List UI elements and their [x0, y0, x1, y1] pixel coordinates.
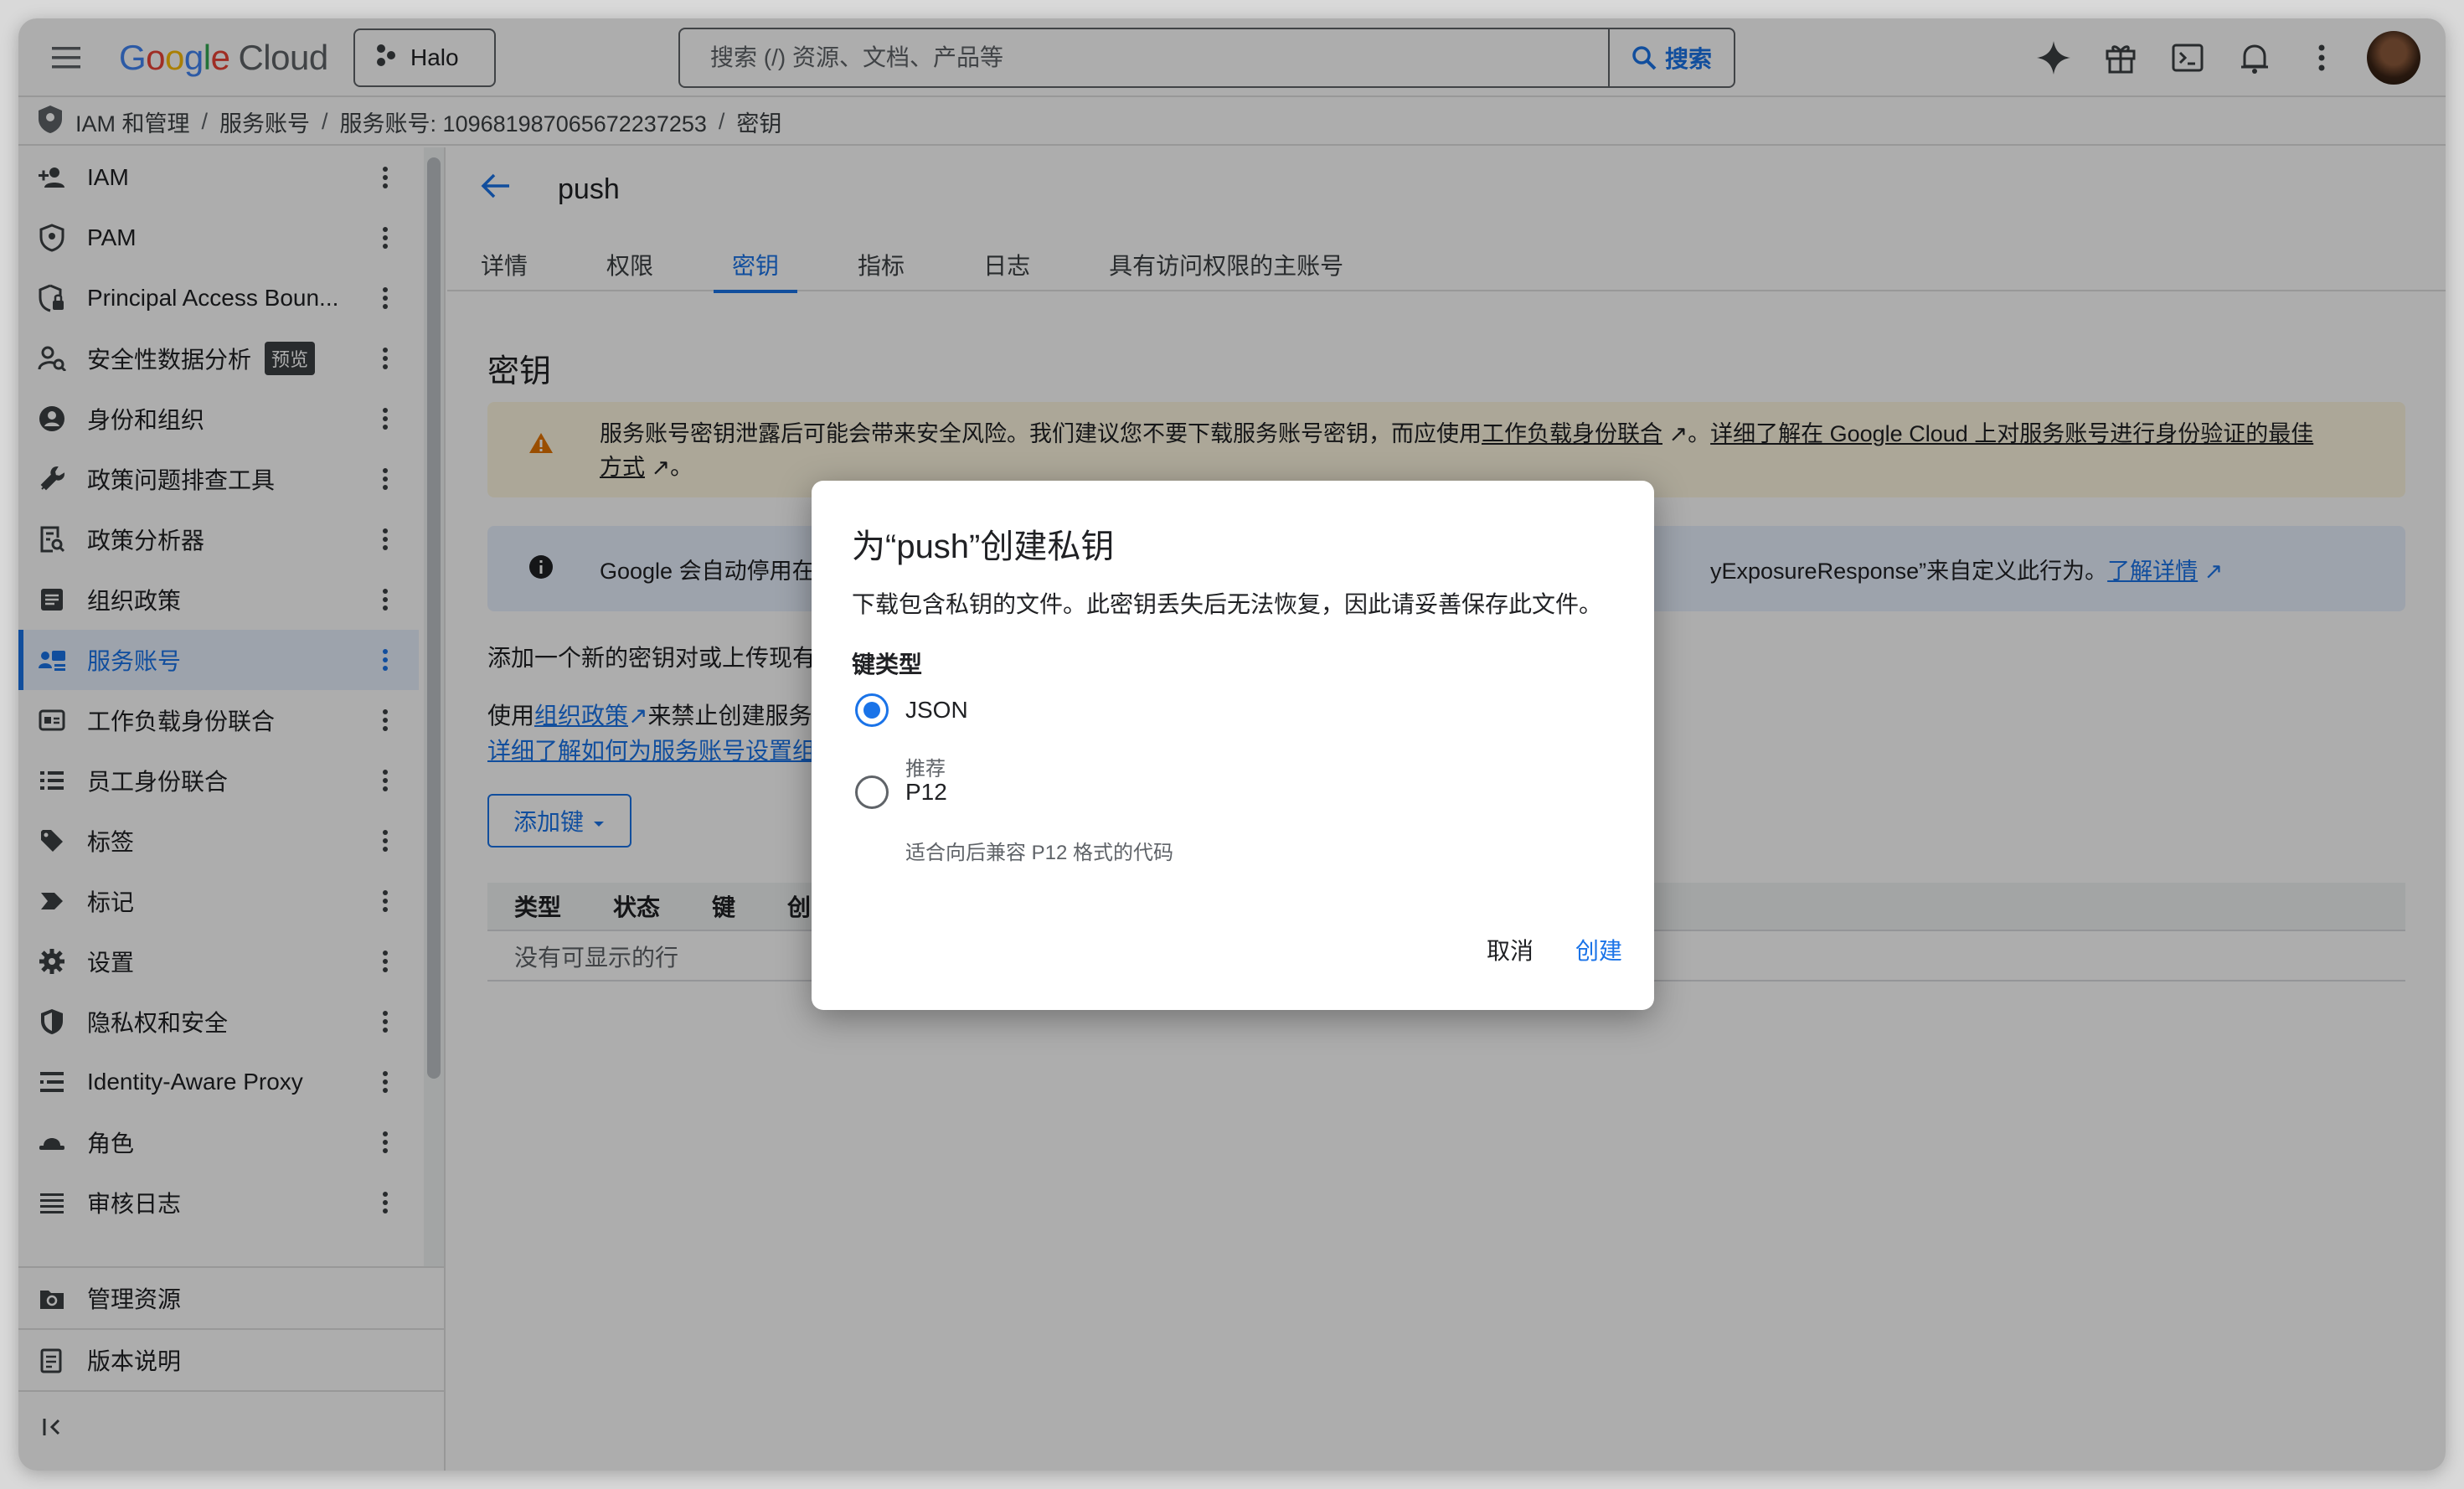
create-button[interactable]: 创建 — [1575, 933, 1622, 966]
radio-json-option[interactable]: JSON — [855, 693, 968, 727]
dialog-description: 下载包含私钥的文件。此密钥丢失后无法恢复，因此请妥善保存此文件。 — [852, 591, 1603, 617]
radio-p12-option[interactable]: P12 — [855, 775, 947, 809]
dialog-title: 为“push”创建私钥 — [852, 528, 1115, 565]
cancel-button[interactable]: 取消 — [1487, 933, 1534, 966]
key-type-label: 键类型 — [852, 652, 923, 678]
radio-p12[interactable] — [855, 775, 889, 809]
dialog-actions: 取消 创建 — [1487, 933, 1622, 966]
radio-json[interactable] — [855, 693, 889, 727]
radio-p12-label: P12 — [905, 779, 947, 805]
radio-p12-sublabel: 适合向后兼容 P12 格式的代码 — [905, 842, 1174, 864]
create-private-key-dialog: 为“push”创建私钥 下载包含私钥的文件。此密钥丢失后无法恢复，因此请妥善保存… — [812, 481, 1654, 1010]
radio-json-label: JSON — [905, 697, 968, 723]
browser-window: Google Cloud Halo 搜索 (/) 资源、文档、产品等 搜索 IA… — [18, 18, 2446, 1471]
